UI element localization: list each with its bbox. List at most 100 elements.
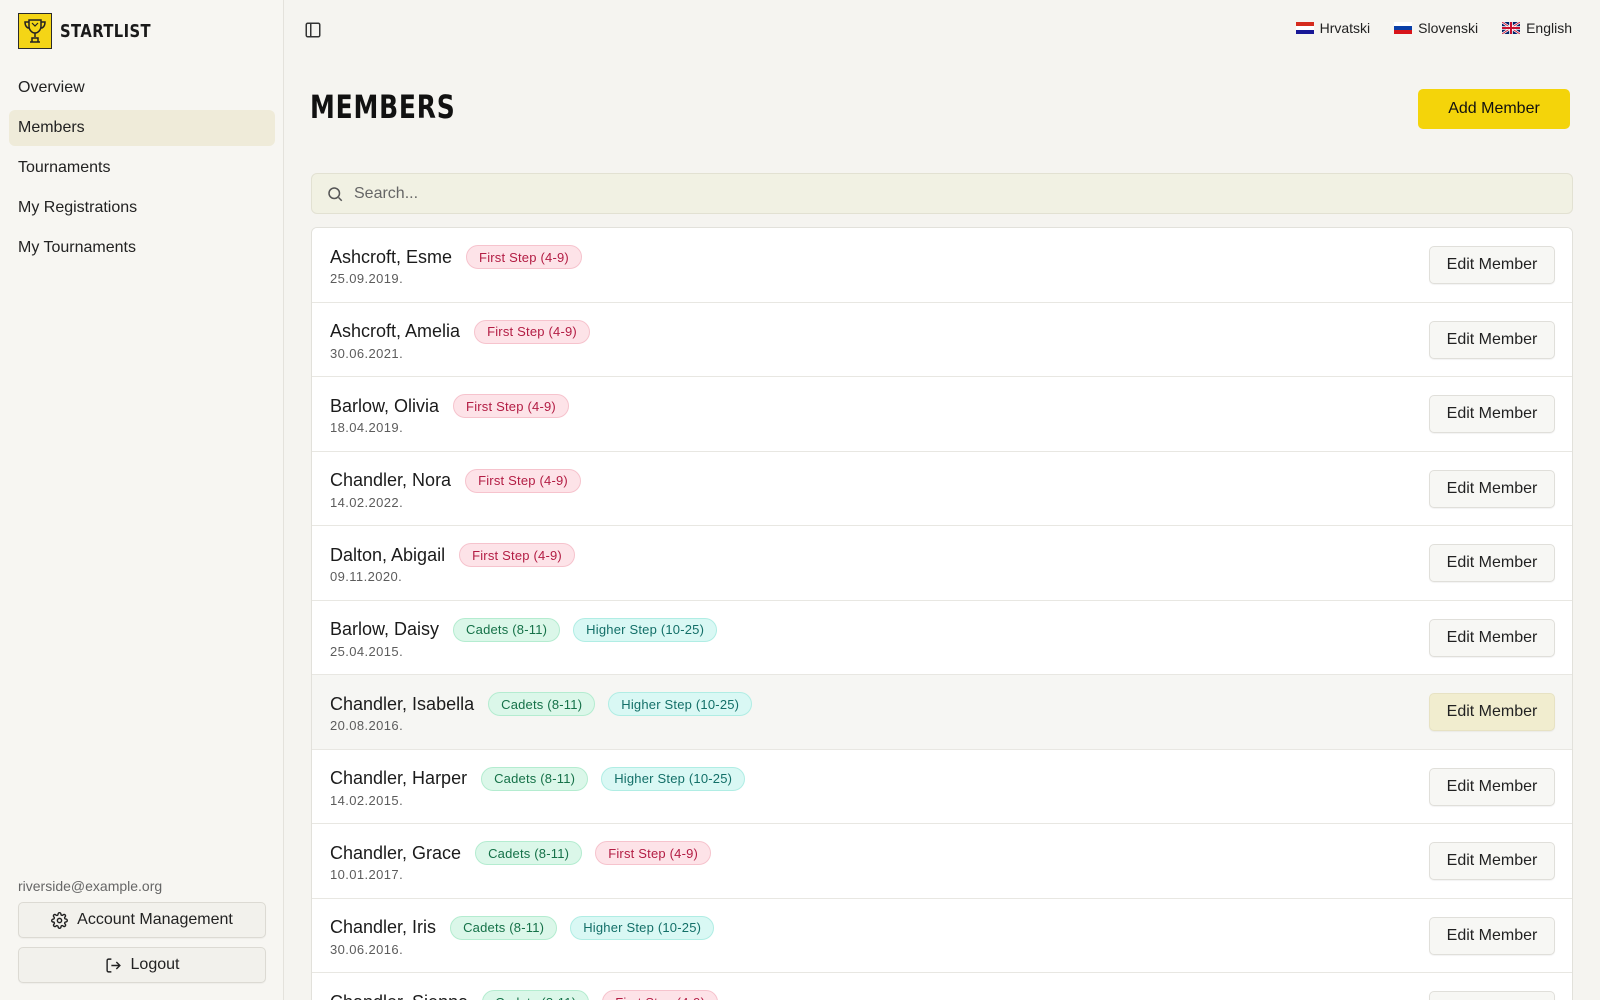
category-badge: Cadets (8-11) [475, 841, 583, 865]
member-name-line: Barlow, Olivia First Step (4-9) [330, 394, 582, 418]
edit-member-button[interactable]: Edit Member [1429, 469, 1555, 508]
add-member-button[interactable]: Add Member [1418, 89, 1570, 129]
language-slovenski[interactable]: Slovenski [1394, 20, 1478, 36]
member-birthdate: 20.08.2016. [330, 718, 404, 733]
category-badge: First Step (4-9) [453, 394, 569, 418]
language-switcher: Hrvatski Slovenski English [1272, 20, 1572, 36]
list-item: Chandler, Harper Cadets (8-11) Higher Step… [312, 749, 1572, 824]
app-name: STARTLIST [60, 20, 152, 42]
member-name: Chandler, Nora [330, 470, 452, 490]
gear-icon [51, 911, 69, 929]
flag-gb-icon [1502, 22, 1521, 34]
category-badge: Higher Step (10-25) [570, 915, 715, 940]
member-name-line: Barlow, Daisy Cadets (8-11) Higher Step (1… [330, 617, 730, 642]
category-badge: First Step (4-9) [465, 468, 581, 493]
category-badge: Cadets (8-11) [482, 990, 590, 1000]
category-badge: First Step (4-9) [459, 543, 575, 567]
category-badge: First Step (4-9) [595, 841, 712, 865]
edit-member-button[interactable]: Edit Member [1429, 320, 1555, 359]
flag-hr-icon [1295, 22, 1314, 34]
account-management-label: Account Management [77, 911, 233, 928]
edit-member-button[interactable]: Edit Member [1429, 246, 1555, 284]
list-item: Chandler, Sienna Cadets (8-11) First Step … [312, 973, 1572, 1000]
search-input[interactable] [354, 184, 1534, 203]
list-item: Dalton, Abigail First Step (4-9) 09.11.202… [312, 526, 1572, 601]
member-name: Dalton, Abigail [330, 544, 446, 565]
edit-member-button[interactable]: Edit Member [1429, 916, 1555, 955]
trophy-logo-icon [18, 13, 52, 49]
search-bar [311, 173, 1573, 214]
logout-icon [105, 957, 121, 973]
category-badge: Cadets (8-11) [453, 617, 561, 642]
member-birthdate: 10.01.2017. [330, 867, 404, 882]
search-icon [328, 186, 343, 201]
member-name: Ashcroft, Esme [330, 246, 453, 267]
language-label: Slovenski [1418, 20, 1479, 36]
sidebar-item-my-registrations[interactable]: My Registrations [9, 190, 275, 226]
list-item: Chandler, Iris Cadets (8-11) Higher Step (… [312, 898, 1572, 973]
member-name: Barlow, Daisy [330, 619, 440, 639]
language-english[interactable]: English [1502, 20, 1572, 36]
edit-member-button[interactable]: Edit Member [1429, 991, 1555, 1000]
member-name-line: Chandler, Isabella Cadets (8-11) Higher St… [330, 692, 765, 716]
edit-member-button[interactable]: Edit Member [1429, 618, 1555, 657]
sidebar-item-members[interactable]: Members [9, 110, 275, 146]
member-birthdate: 30.06.2021. [330, 345, 404, 361]
sidebar-item-tournaments[interactable]: Tournaments [9, 150, 275, 186]
member-birthdate: 25.09.2019. [330, 271, 404, 286]
member-name: Barlow, Olivia [330, 395, 440, 416]
list-item: Ashcroft, Esme First Step (4-9) 25.09.2019… [312, 228, 1572, 303]
account-management-button[interactable]: Account Management [18, 902, 266, 938]
brand[interactable]: STARTLIST [18, 13, 171, 49]
category-badge: First Step (4-9) [466, 245, 582, 269]
list-item: Barlow, Olivia First Step (4-9) 18.04.2019… [312, 377, 1572, 452]
logout-label: Logout [130, 956, 180, 973]
list-item: Chandler, Nora First Step (4-9) 14.02.2022… [312, 451, 1572, 526]
language-label: English [1526, 20, 1572, 36]
list-item: Chandler, Isabella Cadets (8-11) Higher St… [312, 675, 1572, 750]
member-name-line: Chandler, Sienna Cadets (8-11) First Step … [330, 990, 731, 1000]
edit-member-button[interactable]: Edit Member [1429, 767, 1555, 806]
list-item: Chandler, Grace Cadets (8-11) First Step (… [312, 824, 1572, 899]
language-hrvatski[interactable]: Hrvatski [1295, 20, 1370, 36]
member-name: Chandler, Sienna [330, 992, 468, 1000]
sidebar-toggle-icon[interactable] [304, 21, 324, 41]
edit-member-button[interactable]: Edit Member [1429, 842, 1555, 880]
edit-member-button[interactable]: Edit Member [1429, 693, 1555, 731]
member-name-line: Chandler, Grace Cadets (8-11) First Step (… [330, 841, 724, 865]
category-badge: Cadets (8-11) [488, 692, 596, 716]
member-name: Chandler, Iris [330, 917, 437, 937]
member-name: Chandler, Harper [330, 768, 468, 788]
category-badge: Higher Step (10-25) [601, 766, 746, 791]
category-badge: Cadets (8-11) [450, 915, 558, 940]
page-title: MEMBERS [310, 88, 456, 126]
edit-member-button[interactable]: Edit Member [1429, 544, 1555, 582]
member-name-line: Ashcroft, Esme First Step (4-9) [330, 245, 595, 269]
member-name-line: Chandler, Nora First Step (4-9) [330, 468, 594, 493]
flag-sl-icon [1394, 22, 1413, 34]
category-badge: Higher Step (10-25) [573, 617, 718, 642]
category-badge: Higher Step (10-25) [608, 692, 753, 716]
category-badge: Cadets (8-11) [481, 766, 589, 791]
sidebar-footer: riverside@example.org Account Management… [18, 878, 266, 992]
member-birthdate: 14.02.2022. [330, 494, 404, 510]
sidebar-item-my-tournaments[interactable]: My Tournaments [9, 230, 275, 266]
member-name: Chandler, Isabella [330, 693, 475, 714]
member-birthdate: 14.02.2015. [330, 792, 404, 808]
logout-button[interactable]: Logout [18, 947, 266, 983]
members-list: Ashcroft, Esme First Step (4-9) 25.09.2019… [311, 227, 1573, 1000]
category-badge: First Step (4-9) [474, 319, 590, 344]
category-badge: First Step (4-9) [602, 990, 719, 1000]
list-item: Ashcroft, Amelia First Step (4-9) 30.06.20… [312, 302, 1572, 377]
list-item: Barlow, Daisy Cadets (8-11) Higher Step (1… [312, 600, 1572, 675]
member-name-line: Chandler, Iris Cadets (8-11) Higher Step (… [330, 915, 727, 940]
sidebar: STARTLIST Overview Members Tournaments M… [0, 0, 284, 1000]
member-birthdate: 25.04.2015. [330, 643, 404, 659]
member-name-line: Ashcroft, Amelia First Step (4-9) [330, 319, 603, 344]
member-birthdate: 18.04.2019. [330, 420, 404, 435]
member-name-line: Dalton, Abigail First Step (4-9) [330, 543, 588, 567]
sidebar-item-overview[interactable]: Overview [9, 70, 275, 106]
user-email: riverside@example.org [18, 878, 163, 894]
edit-member-button[interactable]: Edit Member [1429, 395, 1555, 433]
member-birthdate: 30.06.2016. [330, 941, 404, 957]
